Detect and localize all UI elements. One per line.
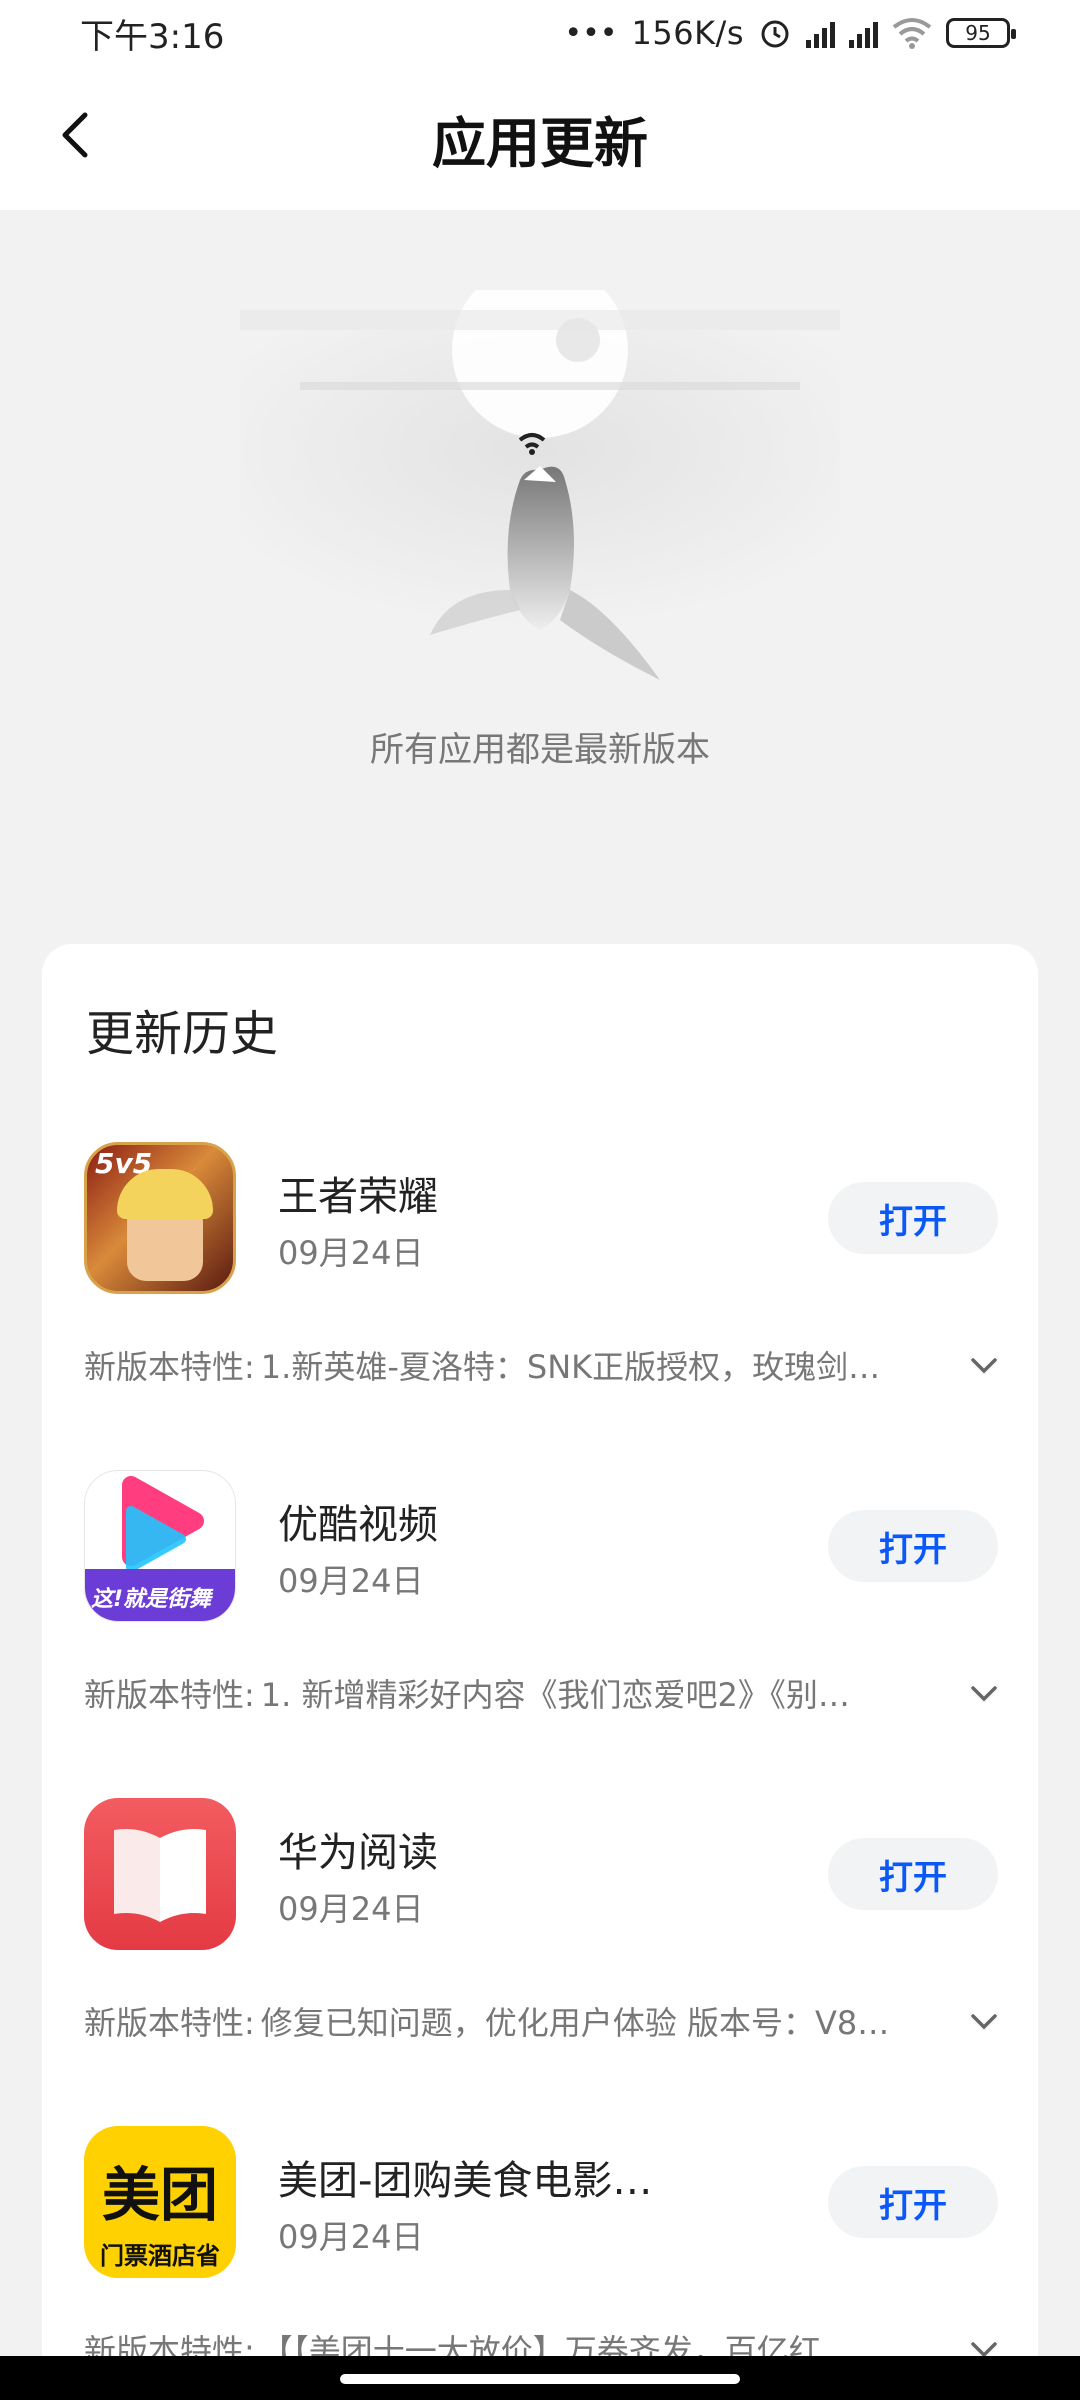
more-dots-icon: ••• — [564, 15, 618, 51]
list-item: 5v5 王者荣耀 09月24日 打开 新版本特性: 1.新英雄-夏洛特：SNK正… — [42, 1142, 1038, 1470]
list-item: 这!就是街舞 优酷视频 09月24日 打开 新版本特性: 1. 新增精彩好内容《… — [42, 1470, 1038, 1798]
home-indicator[interactable] — [340, 2374, 740, 2384]
app-name: 王者荣耀 — [278, 1174, 438, 1220]
network-speed: 156K/s — [631, 14, 744, 52]
page-title: 应用更新 — [432, 111, 648, 175]
back-button[interactable] — [40, 100, 110, 170]
honor-of-kings-icon[interactable]: 5v5 — [84, 1142, 236, 1294]
signal-hd-icon — [849, 18, 878, 48]
chevron-left-icon — [62, 112, 88, 158]
app-name: 优酷视频 — [278, 1502, 438, 1548]
shark-wifi-illustration — [240, 290, 840, 680]
app-header: 应用更新 — [0, 66, 1080, 210]
battery-level: 95 — [965, 21, 991, 45]
release-notes-label: 新版本特性: — [84, 1676, 255, 1714]
release-notes-label: 新版本特性: — [84, 2004, 255, 2042]
battery-icon: 95 — [946, 18, 1016, 48]
release-notes-text: 修复已知问题，优化用户体验 版本号：V8… — [260, 2004, 890, 2042]
app-update-date: 09月24日 — [278, 1890, 424, 1928]
huawei-books-icon[interactable] — [84, 1798, 236, 1950]
youku-icon[interactable]: 这!就是街舞 — [84, 1470, 236, 1622]
open-button[interactable]: 打开 — [828, 1510, 998, 1582]
chevron-down-icon[interactable] — [964, 1674, 1004, 1714]
update-history-card: 更新历史 5v5 王者荣耀 09月24日 打开 新版本特性: 1.新英雄-夏洛特… — [42, 944, 1038, 2400]
status-time: 下午3:16 — [80, 16, 225, 57]
release-notes-text: 1. 新增精彩好内容《我们恋爱吧2》《别… — [260, 1676, 850, 1714]
release-notes-label: 新版本特性: — [84, 1348, 255, 1386]
chevron-down-icon[interactable] — [964, 2002, 1004, 2042]
app-name: 华为阅读 — [278, 1830, 438, 1876]
app-update-date: 09月24日 — [278, 1234, 424, 1272]
release-notes[interactable]: 新版本特性: 1. 新增精彩好内容《我们恋爱吧2》《别… — [84, 1668, 1004, 1718]
alarm-icon — [761, 20, 789, 48]
status-bar: 下午3:16 ••• 156K/s 95 — [0, 0, 1080, 66]
meituan-icon[interactable]: 美团 门票酒店省 — [84, 2126, 236, 2278]
history-title: 更新历史 — [86, 1006, 279, 1062]
open-button[interactable]: 打开 — [828, 1182, 998, 1254]
chevron-down-icon[interactable] — [964, 1346, 1004, 1386]
open-button[interactable]: 打开 — [828, 2166, 998, 2238]
app-name: 美团-团购美食电影… — [278, 2158, 653, 2204]
app-update-date: 09月24日 — [278, 1562, 424, 1600]
release-notes[interactable]: 新版本特性: 修复已知问题，优化用户体验 版本号：V8… — [84, 1996, 1004, 2046]
release-notes-text: 1.新英雄-夏洛特：SNK正版授权，玫瑰剑… — [260, 1348, 881, 1386]
status-icons: ••• 156K/s 95 — [564, 14, 1016, 52]
navigation-bar — [0, 2356, 1080, 2400]
app-update-date: 09月24日 — [278, 2218, 424, 2256]
wifi-icon — [892, 18, 932, 49]
release-notes[interactable]: 新版本特性: 1.新英雄-夏洛特：SNK正版授权，玫瑰剑… — [84, 1340, 1004, 1390]
list-item: 华为阅读 09月24日 打开 新版本特性: 修复已知问题，优化用户体验 版本号：… — [42, 1798, 1038, 2126]
signal-hd-icon — [806, 18, 835, 48]
empty-state-message: 所有应用都是最新版本 — [370, 730, 710, 770]
open-button[interactable]: 打开 — [828, 1838, 998, 1910]
